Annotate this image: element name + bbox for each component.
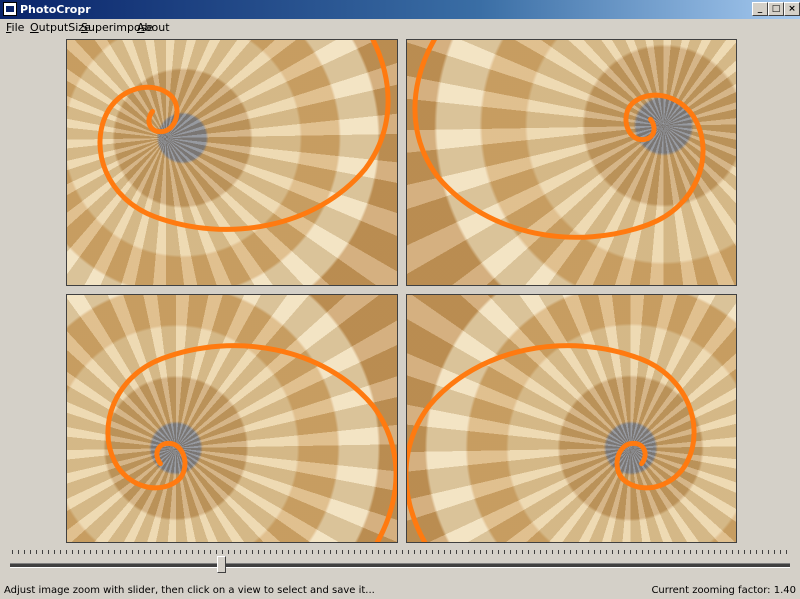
crop-view-bottom-left[interactable] <box>66 294 398 543</box>
zoom-slider[interactable] <box>10 546 790 574</box>
maximize-button[interactable]: □ <box>768 2 784 16</box>
crop-view-top-left[interactable] <box>66 39 398 286</box>
golden-spiral <box>407 343 697 542</box>
slider-ticks <box>12 550 788 554</box>
golden-spiral-overlay <box>407 343 697 542</box>
crop-view-bottom-right[interactable] <box>406 294 737 543</box>
menu-bar: File OutputSize Superimpose About <box>0 19 800 36</box>
golden-spiral <box>105 343 397 542</box>
golden-spiral-overlay <box>412 40 706 240</box>
status-hint: Adjust image zoom with slider, then clic… <box>4 585 375 596</box>
zoom-factor-readout: Current zooming factor: 1.40 <box>651 585 796 596</box>
menu-outputsize-mnemonic: O <box>30 21 39 34</box>
golden-spiral <box>97 40 391 232</box>
menu-file-label: ile <box>11 21 25 34</box>
crop-view-top-right[interactable] <box>406 39 737 286</box>
golden-spiral-overlay <box>105 343 397 542</box>
minimize-button[interactable]: _ <box>752 2 768 16</box>
title-bar: PhotoCropr _ □ × <box>0 0 800 19</box>
menu-about[interactable]: About <box>137 21 170 34</box>
window-title: PhotoCropr <box>20 3 91 16</box>
menu-about-mnemonic: A <box>137 21 145 34</box>
slider-track[interactable] <box>10 563 790 568</box>
slider-thumb[interactable] <box>216 556 226 573</box>
golden-spiral-overlay <box>97 40 391 232</box>
menu-file[interactable]: File <box>6 21 24 34</box>
golden-spiral <box>412 40 706 240</box>
close-button[interactable]: × <box>784 2 800 16</box>
status-bar: Adjust image zoom with slider, then clic… <box>0 581 800 599</box>
app-icon <box>3 2 17 16</box>
menu-superimpose-mnemonic: S <box>81 21 88 34</box>
menu-about-label: bout <box>144 21 170 34</box>
